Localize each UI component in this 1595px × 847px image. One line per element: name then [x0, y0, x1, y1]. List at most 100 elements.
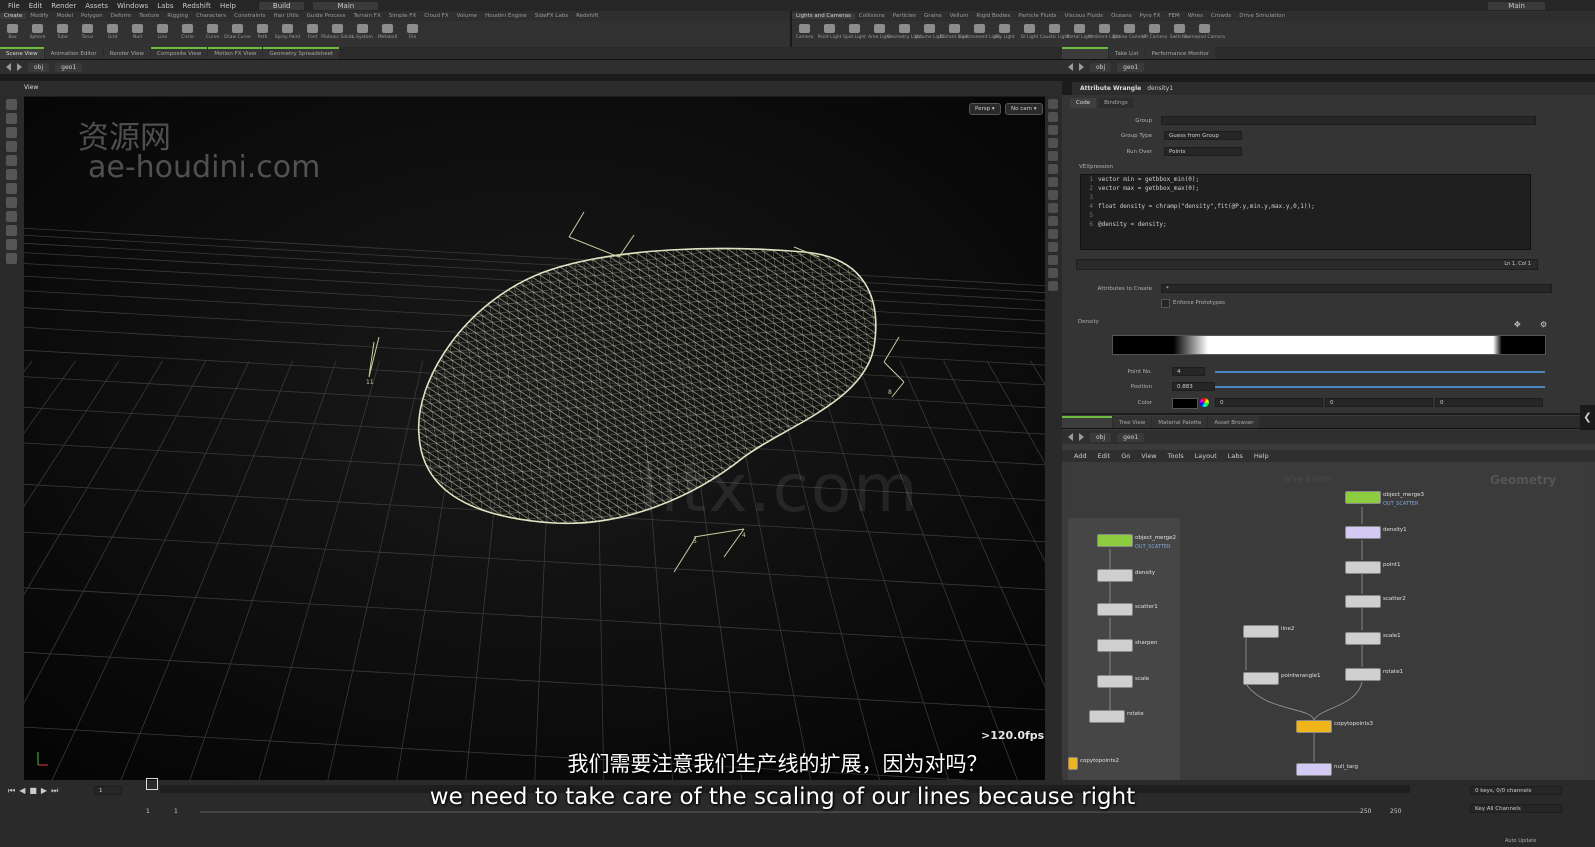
path-obj[interactable]: obj: [1090, 432, 1112, 442]
shelf-tool-path[interactable]: Path: [250, 21, 275, 40]
color-g-field[interactable]: 0: [1325, 398, 1433, 407]
node-rotate1[interactable]: [1345, 668, 1381, 681]
position-field[interactable]: 0.883: [1172, 382, 1215, 391]
shelf-tool-gi-light[interactable]: GI Light: [1017, 21, 1042, 40]
group-type-select[interactable]: Guess from Group: [1164, 131, 1242, 140]
tab-network-view[interactable]: [1062, 416, 1112, 428]
shelf-tab-deform[interactable]: Deform: [107, 13, 135, 19]
node-density[interactable]: [1097, 569, 1133, 582]
shelf-tool-camera[interactable]: Camera: [792, 21, 817, 40]
shelf-tool-point-light[interactable]: Point Light: [817, 21, 842, 40]
shelf-tab-vellum[interactable]: Vellum: [946, 13, 973, 19]
persp-menu-button[interactable]: Persp ▾: [969, 103, 1001, 115]
shelf-tab-modify[interactable]: Modify: [26, 13, 52, 19]
lighting-icon[interactable]: [1048, 151, 1058, 161]
shelf-tab-houdini-engine[interactable]: Houdini Engine: [481, 13, 531, 19]
rotate-tool-icon[interactable]: [6, 127, 17, 138]
net-menu-labs[interactable]: Labs: [1228, 452, 1243, 460]
node-pointwrangle1[interactable]: [1243, 672, 1279, 685]
color-r-field[interactable]: 0: [1215, 398, 1323, 407]
shelf-tab-crowds[interactable]: Crowds: [1207, 13, 1235, 19]
shelf-tool-file[interactable]: File: [400, 21, 425, 40]
node-scale[interactable]: [1097, 675, 1133, 688]
guide-icon[interactable]: [1048, 268, 1058, 278]
back-arrow-icon[interactable]: [1068, 433, 1073, 441]
position-slider[interactable]: [1215, 386, 1545, 388]
point-no-slider[interactable]: [1215, 371, 1545, 373]
node-scatter1[interactable]: [1097, 603, 1133, 616]
background-icon[interactable]: [1048, 203, 1058, 213]
path-geo1[interactable]: geo1: [1117, 432, 1145, 442]
flipbook-icon[interactable]: [1048, 281, 1058, 291]
shaded-icon[interactable]: [1048, 138, 1058, 148]
net-menu-layout[interactable]: Layout: [1195, 452, 1217, 460]
shelf-tool-tube[interactable]: Tube: [50, 21, 75, 40]
tab-motion-fx-view[interactable]: Motion FX View: [208, 47, 263, 59]
menu-labs[interactable]: Labs: [157, 2, 173, 10]
node-line2[interactable]: [1243, 625, 1279, 638]
shelf-tab-texture[interactable]: Texture: [135, 13, 163, 19]
net-menu-view[interactable]: View: [1141, 452, 1156, 460]
shelf-tab-particle-fluids[interactable]: Particle Fluids: [1014, 13, 1060, 19]
node-scatter2[interactable]: [1345, 595, 1381, 608]
node-name-field[interactable]: density1: [1147, 85, 1173, 92]
shelf-tool-grid[interactable]: Grid: [100, 21, 125, 40]
shelf-tool-spot-light[interactable]: Spot Light: [842, 21, 867, 40]
shelf-tool-spray-paint[interactable]: Spray Paint: [275, 21, 300, 40]
shelf-tab-rigid-bodies[interactable]: Rigid Bodies: [972, 13, 1014, 19]
shelf-tool-vr-camera[interactable]: VR Camera: [1142, 21, 1167, 40]
gear-icon[interactable]: ⚙: [1540, 320, 1547, 329]
tab-code[interactable]: Code: [1070, 98, 1097, 108]
shelf-tool-null[interactable]: Null: [125, 21, 150, 40]
shelf-tab-drive-simulation[interactable]: Drive Simulation: [1235, 13, 1289, 19]
shelf-tool-box[interactable]: Box: [0, 21, 25, 40]
menu-render[interactable]: Render: [51, 2, 76, 10]
grid-icon[interactable]: [1048, 190, 1058, 200]
points-icon[interactable]: [1048, 164, 1058, 174]
display-options-icon[interactable]: [1048, 99, 1058, 109]
node-rotate[interactable]: [1089, 710, 1125, 723]
shelf-tab-fem[interactable]: FEM: [1164, 13, 1183, 19]
color-b-field[interactable]: 0: [1435, 398, 1543, 407]
color-swatch[interactable]: [1172, 398, 1198, 409]
shelf-tab-guide-process[interactable]: Guide Process: [303, 13, 350, 19]
shelf-tool-sky-light[interactable]: Sky Light: [992, 21, 1017, 40]
forward-arrow-icon[interactable]: [1079, 63, 1084, 71]
desktop-select-right[interactable]: Main: [1488, 1, 1545, 10]
snapshot-icon[interactable]: [1048, 229, 1058, 239]
path-obj[interactable]: obj: [28, 62, 50, 72]
handle-tool-icon[interactable]: [6, 155, 17, 166]
shelf-tab-model[interactable]: Model: [53, 13, 78, 19]
tab-render-view[interactable]: Render View: [103, 47, 151, 59]
shelf-tab-redshift[interactable]: Redshift: [572, 13, 602, 19]
path-geo1[interactable]: geo1: [55, 62, 83, 72]
shelf-tab-oceans[interactable]: Oceans: [1107, 13, 1135, 19]
back-arrow-icon[interactable]: [1068, 63, 1073, 71]
visibility-icon[interactable]: [1048, 242, 1058, 252]
shelf-tool-geometry-light[interactable]: Geometry Light: [887, 21, 922, 40]
tab-material-palette[interactable]: Material Palette: [1152, 416, 1208, 428]
select-tool-icon[interactable]: [6, 99, 17, 110]
render-region-icon[interactable]: [6, 239, 17, 250]
shelf-tab-volume[interactable]: Volume: [453, 13, 481, 19]
shelf-tool-stereo-camera[interactable]: Stereo Camera: [1113, 21, 1146, 40]
tab-scene-view[interactable]: Scene View: [0, 47, 44, 59]
color-wheel-icon[interactable]: [1200, 398, 1209, 407]
shelf-tab-grains[interactable]: Grains: [920, 13, 946, 19]
auto-update-select[interactable]: Auto Update: [1505, 838, 1536, 844]
back-arrow-icon[interactable]: [6, 63, 11, 71]
shelf-tool-draw-curve[interactable]: Draw Curve: [224, 21, 251, 40]
shelf-tab-polygon[interactable]: Polygon: [77, 13, 107, 19]
template-icon[interactable]: [1048, 255, 1058, 265]
shelf-tool-metaball[interactable]: Metaball: [375, 21, 400, 40]
shelf-tool-caustic-light[interactable]: Caustic Light: [1040, 21, 1069, 40]
magnet-tool-icon[interactable]: [6, 211, 17, 222]
forward-arrow-icon[interactable]: [17, 63, 22, 71]
shelf-tool-line[interactable]: Line: [150, 21, 175, 40]
shelf-tool-curve[interactable]: Curve: [200, 21, 225, 40]
shelf-tool-environment-light[interactable]: Environment Light: [959, 21, 1000, 40]
shelf-tab-viscous-fluids[interactable]: Viscous Fluids: [1061, 13, 1108, 19]
shelf-tool-volume-light[interactable]: Volume Light: [915, 21, 944, 40]
menu-edit[interactable]: Edit: [29, 2, 43, 10]
shelf-tool-circle[interactable]: Circle: [175, 21, 200, 40]
